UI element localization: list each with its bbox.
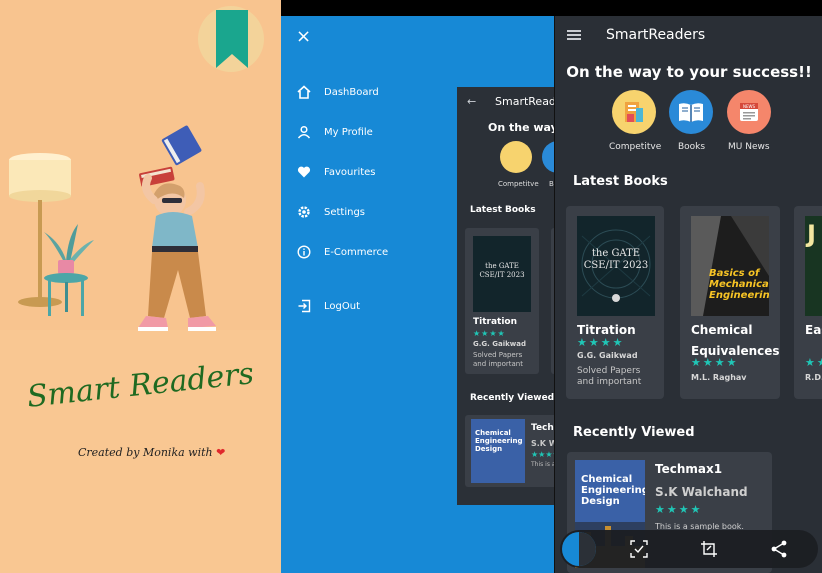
- preview-cat-label: Competitve: [498, 180, 539, 188]
- plant-illustration: [44, 224, 94, 316]
- menu-label: My Profile: [324, 126, 373, 138]
- close-icon[interactable]: ×: [296, 28, 311, 46]
- menu-item-favourites[interactable]: Favourites: [297, 164, 376, 180]
- menu-label: LogOut: [324, 300, 360, 312]
- book-description: Solved Papers and important: [473, 351, 523, 368]
- preview-book-card[interactable]: the GATE CSE/IT 2023 Titration ★★★★ G.G.…: [465, 228, 539, 374]
- book-title: Tech: [531, 423, 554, 433]
- scan-icon[interactable]: [630, 540, 648, 558]
- reader-character-illustration: [138, 125, 216, 331]
- book-author: G.G. Gaikwad: [577, 351, 638, 360]
- preview-recent-card[interactable]: Chemical Engineering Design Tech S.K W ★…: [465, 415, 557, 487]
- cover-text: J: [807, 220, 816, 248]
- cover-text: the GATE CSE/IT 2023: [583, 248, 649, 271]
- logout-icon: [298, 299, 311, 313]
- menu-label: E-Commerce: [324, 246, 389, 258]
- book-description: This is a: [531, 461, 556, 468]
- recently-viewed-heading: Recently Viewed: [573, 425, 695, 440]
- menu-label: DashBoard: [324, 86, 379, 98]
- book-title: Eas Sol: [805, 323, 822, 337]
- book-author: G.G. Gaikwad: [473, 340, 526, 348]
- screenshot-thumbnail[interactable]: [562, 532, 596, 566]
- menu-item-ecommerce[interactable]: E-Commerce: [297, 244, 388, 260]
- book-cover: Basics of Mechanical Engineering: [691, 216, 769, 316]
- book-author: S.K Walchand: [655, 485, 748, 499]
- menu-item-dashboard[interactable]: DashBoard: [297, 84, 379, 100]
- gear-icon: [298, 206, 310, 218]
- preview-recent-heading: Recently Viewed: [470, 393, 555, 403]
- cover-text: Chemical Engineering Design: [581, 474, 645, 507]
- book-card[interactable]: J Eas Sol ★★★★ R.D.: [794, 206, 822, 399]
- book-cover: the GATE CSE/IT 2023: [473, 236, 531, 312]
- back-arrow-icon[interactable]: ←: [467, 95, 476, 108]
- book-author: M.L. Raghav: [691, 373, 747, 382]
- rating-stars: ★★★★: [577, 336, 625, 349]
- cover-text: Basics of Mechanical Engineering: [709, 268, 769, 301]
- share-icon[interactable]: [770, 540, 788, 558]
- heart-icon: ❤: [216, 446, 226, 459]
- competitive-category-icon[interactable]: [612, 90, 656, 134]
- preview-app-title: SmartReaders: [495, 95, 557, 108]
- credit-text: Created by Monika with: [78, 446, 213, 459]
- mu-news-category-icon[interactable]: NEWS: [727, 90, 771, 134]
- book-cover: Chemical Engineering Design: [471, 419, 525, 483]
- book-title: Techmax1: [655, 462, 723, 476]
- home-icon: [297, 85, 311, 99]
- rating-stars: ★★★★: [473, 329, 506, 338]
- book-cover: J: [805, 216, 822, 316]
- menu-item-settings[interactable]: Settings: [297, 204, 365, 220]
- status-bar: [554, 0, 822, 16]
- menu-label: Settings: [324, 206, 366, 218]
- menu-item-profile[interactable]: My Profile: [297, 124, 373, 140]
- app-preview-card[interactable]: ← SmartReaders On the way to your succes…: [457, 87, 557, 505]
- rating-stars: ★★★★: [655, 503, 703, 516]
- menu-item-logout[interactable]: LogOut: [297, 298, 360, 314]
- info-icon: [297, 245, 311, 259]
- credit-line: Created by Monika with ❤: [78, 446, 225, 459]
- tagline: On the way to your success!!: [566, 63, 812, 81]
- book-description: Solved Papers and important: [577, 366, 642, 387]
- books-category-icon[interactable]: [669, 90, 713, 134]
- person-icon: [297, 125, 311, 139]
- category-label: Competitve: [609, 142, 662, 152]
- heart-icon: [297, 166, 311, 178]
- screenshot-toolbar: [560, 530, 818, 568]
- cover-text: Chemical Engineering Design: [475, 429, 523, 453]
- crop-icon[interactable]: [700, 540, 718, 558]
- category-label: MU News: [728, 142, 770, 152]
- book-author: R.D.: [805, 373, 822, 382]
- status-bar: [281, 0, 554, 16]
- cover-text: the GATE CSE/IT 2023: [479, 262, 525, 279]
- preview-latest-heading: Latest Books: [470, 205, 536, 215]
- book-title: Titration: [473, 317, 518, 327]
- preview-tagline: On the way to your success!!: [488, 121, 557, 134]
- bookmark-icon: [216, 10, 248, 68]
- book-cover: the GATE CSE/IT 2023: [577, 216, 655, 316]
- splash-screen: Smart Readers Created by Monika with ❤: [0, 0, 281, 573]
- preview-competitive-icon: [500, 141, 532, 173]
- category-label: Books: [678, 142, 706, 152]
- hamburger-menu-icon[interactable]: [567, 30, 581, 40]
- menu-label: Favourites: [324, 166, 376, 178]
- latest-books-heading: Latest Books: [573, 174, 668, 189]
- app-title: SmartReaders: [606, 27, 706, 43]
- book-card[interactable]: Basics of Mechanical Engineering Chemica…: [680, 206, 780, 399]
- home-screen: SmartReaders On the way to your success!…: [554, 16, 822, 573]
- rating-stars: ★★★★: [805, 356, 822, 369]
- book-card[interactable]: the GATE CSE/IT 2023 Titration ★★★★ G.G.…: [566, 206, 664, 399]
- svg-text:NEWS: NEWS: [743, 104, 755, 109]
- rating-stars: ★★★★: [691, 356, 739, 369]
